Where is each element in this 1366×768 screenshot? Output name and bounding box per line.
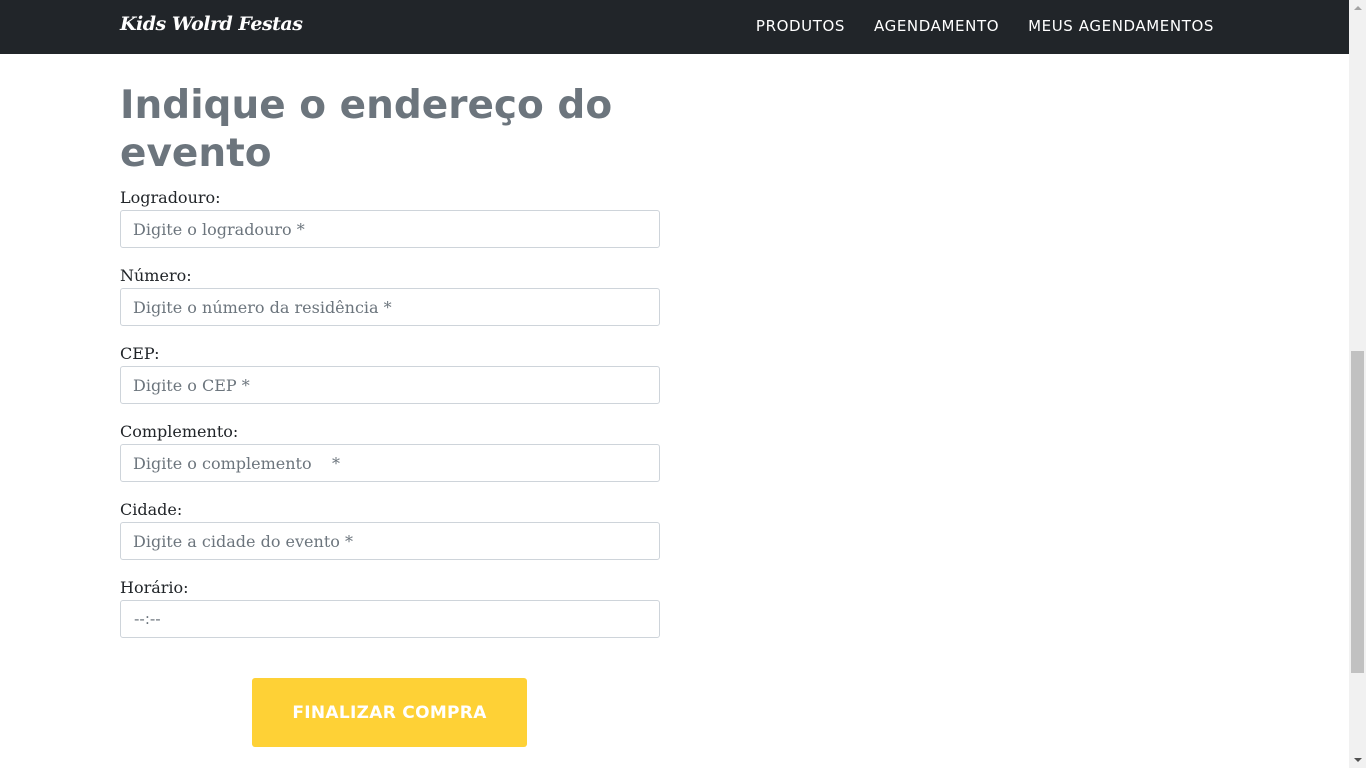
nav-link-agendamento[interactable]: AGENDAMENTO — [874, 17, 999, 35]
nav-link-meus-agendamentos[interactable]: MEUS AGENDAMENTOS — [1028, 17, 1214, 35]
nav-links: PRODUTOS AGENDAMENTO MEUS AGENDAMENTOS — [727, 17, 1214, 35]
cidade-field-group: Cidade: — [120, 499, 660, 577]
scrollbar-thumb[interactable] — [1351, 351, 1364, 673]
cidade-input[interactable] — [120, 522, 660, 560]
logradouro-field-group: Logradouro: — [120, 187, 660, 265]
top-navbar: Kids Wolrd Festas PRODUTOS AGENDAMENTO M… — [0, 0, 1349, 54]
address-form: Logradouro: Número: CEP: Complemento: Ci… — [120, 187, 660, 655]
cep-label: CEP: — [120, 344, 160, 363]
horario-label: Horário: — [120, 578, 189, 597]
complemento-field-group: Complemento: — [120, 421, 660, 499]
cep-field-group: CEP: — [120, 343, 660, 421]
complemento-label: Complemento: — [120, 422, 239, 441]
complemento-input[interactable] — [120, 444, 660, 482]
numero-field-group: Número: — [120, 265, 660, 343]
vertical-scrollbar[interactable] — [1349, 0, 1366, 768]
page-title: Indique o endereço do evento — [120, 83, 613, 176]
scroll-down-arrow-icon[interactable] — [1349, 751, 1366, 768]
numero-label: Número: — [120, 266, 192, 285]
logradouro-label: Logradouro: — [120, 188, 221, 207]
finalizar-compra-button[interactable]: FINALIZAR COMPRA — [252, 678, 527, 747]
scroll-up-arrow-icon[interactable] — [1349, 0, 1366, 17]
cep-input[interactable] — [120, 366, 660, 404]
horario-time-input[interactable]: --:-- — [120, 600, 660, 638]
logradouro-input[interactable] — [120, 210, 660, 248]
brand-logo[interactable]: Kids Wolrd Festas — [120, 13, 303, 35]
cidade-label: Cidade: — [120, 500, 183, 519]
numero-input[interactable] — [120, 288, 660, 326]
horario-field-group: Horário: --:-- — [120, 577, 660, 655]
nav-link-produtos[interactable]: PRODUTOS — [756, 17, 845, 35]
